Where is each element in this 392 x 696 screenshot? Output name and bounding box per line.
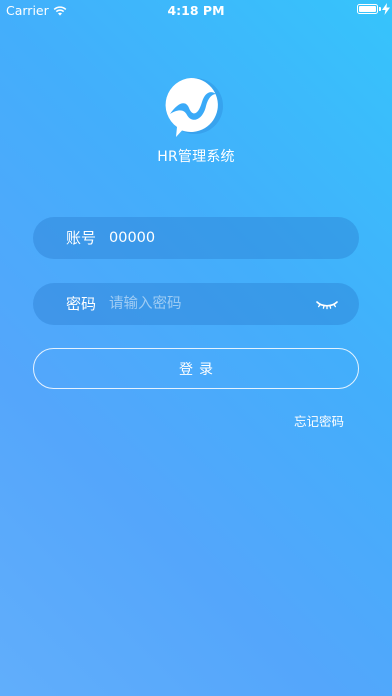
- battery-level: [359, 6, 376, 12]
- charging-icon: [382, 3, 390, 15]
- battery-icon: [357, 4, 378, 14]
- app-title: HR管理系统: [157, 149, 235, 165]
- battery-tip: [379, 7, 381, 11]
- forgot-password-link[interactable]: 忘记密码: [294, 411, 344, 430]
- status-time: 4:18 PM: [167, 3, 225, 18]
- password-field[interactable]: 密码: [33, 283, 359, 325]
- login-button[interactable]: 登录: [33, 348, 359, 389]
- password-label: 密码: [66, 295, 97, 313]
- status-bar: Carrier 4:18 PM: [0, 0, 392, 20]
- login-screen: Carrier 4:18 PM HR管理系统 账号 密码: [0, 0, 392, 696]
- speech-bubble-logo-icon: [165, 78, 223, 137]
- eye-closed-icon[interactable]: [315, 296, 339, 312]
- account-field[interactable]: 账号: [33, 217, 359, 259]
- account-input[interactable]: [109, 217, 309, 259]
- account-label: 账号: [66, 229, 97, 247]
- password-input[interactable]: [109, 283, 309, 325]
